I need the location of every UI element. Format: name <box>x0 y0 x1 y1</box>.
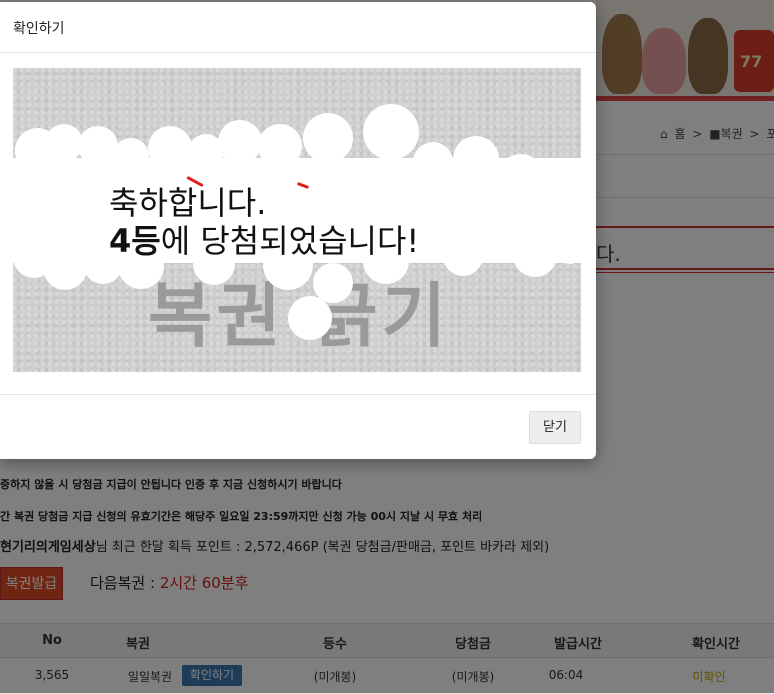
modal-footer: 닫기 <box>0 394 596 460</box>
scratch-mark <box>363 104 419 160</box>
scratch-mark <box>288 296 332 340</box>
scratch-mark <box>553 224 581 264</box>
scratch-mark <box>453 136 499 182</box>
scratch-mark <box>513 233 557 277</box>
confirm-modal: 확인하기 복권 긁기 축하합니다. 4등에 당첨되었습니다! 닫기 <box>0 2 596 459</box>
scratch-mark <box>13 180 61 228</box>
scratch-mark <box>78 126 118 166</box>
scratch-mark <box>148 126 192 170</box>
scratch-mark <box>43 246 87 290</box>
scratch-card[interactable]: 복권 긁기 축하합니다. 4등에 당첨되었습니다! <box>13 68 581 372</box>
prize-rank: 4등 <box>109 222 161 260</box>
scratch-mark <box>113 138 149 174</box>
scratch-mark <box>413 142 453 182</box>
scratch-mark <box>303 113 353 163</box>
scratch-mark <box>498 154 544 200</box>
scratch-mark <box>543 164 581 204</box>
prize-result-suffix: 에 당첨되었습니다! <box>160 222 420 260</box>
scratch-mark <box>258 124 302 168</box>
modal-title: 확인하기 <box>13 21 65 37</box>
scratch-mark <box>313 263 353 303</box>
scratch-mark <box>443 236 483 276</box>
prize-result-text: 4등에 당첨되었습니다! <box>109 216 419 262</box>
close-button[interactable]: 닫기 <box>529 411 581 444</box>
scratch-mark <box>218 120 262 164</box>
modal-header: 확인하기 <box>0 2 596 53</box>
